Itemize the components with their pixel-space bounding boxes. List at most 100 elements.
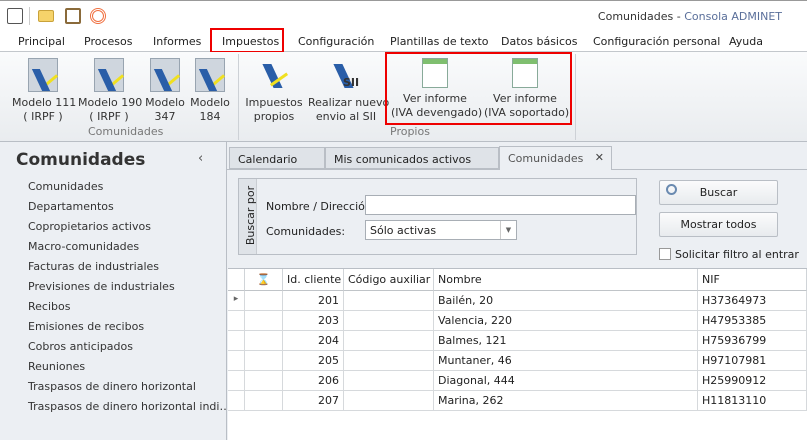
label: Impuestos xyxy=(245,96,303,109)
collapse-icon[interactable]: ‹ xyxy=(198,151,203,166)
tab-comunidades[interactable]: Comunidades ✕ xyxy=(499,146,612,170)
menu-configuracion-personal[interactable]: Configuración personal xyxy=(593,35,720,48)
tab-calendario[interactable]: Calendario xyxy=(229,147,325,169)
window-title: Comunidades - Consola ADMINET xyxy=(597,10,782,23)
table-row[interactable]: 205 Muntaner, 46 H97107981 xyxy=(228,351,807,371)
tab-label: Mis comunicados activos xyxy=(334,153,472,166)
caption-text: Buscar por xyxy=(244,185,258,246)
row-indicator xyxy=(228,331,245,351)
codigo-cell xyxy=(344,331,434,351)
sidebar-item[interactable]: Traspasos de dinero horizontal indi… xyxy=(28,400,230,413)
nif-cell: H75936799 xyxy=(698,331,807,351)
codigo-cell xyxy=(344,291,434,311)
tab-label: Comunidades xyxy=(508,152,584,165)
group-label-comunidades: Comunidades xyxy=(88,125,164,138)
status-cell xyxy=(245,331,283,351)
row-indicator xyxy=(228,311,245,331)
sidebar-title: Comunidades xyxy=(16,150,146,170)
table-row[interactable]: 204 Balmes, 121 H75936799 xyxy=(228,331,807,351)
menu-configuracion[interactable]: Configuración xyxy=(298,35,374,48)
group-label-propios: Propios xyxy=(390,125,430,138)
id-cliente-cell: 205 xyxy=(283,351,344,371)
aeat-document-icon xyxy=(150,58,180,92)
sidebar: Comunidades ‹ Comunidades Departamentos Co… xyxy=(0,142,230,440)
label: 347 xyxy=(154,110,176,123)
search-group: Buscar por Nombre / Dirección: Comunidad… xyxy=(238,178,637,255)
close-icon[interactable]: ✕ xyxy=(595,151,604,164)
menu-plantillas[interactable]: Plantillas de texto xyxy=(390,35,489,48)
impuestos-propios-button[interactable]: Impuestos propios xyxy=(244,56,304,124)
nif-cell: H97107981 xyxy=(698,351,807,371)
nif-cell: H11813110 xyxy=(698,391,807,411)
sidebar-item[interactable]: Facturas de industriales xyxy=(28,260,159,273)
aeat-logo-icon xyxy=(259,58,289,92)
sidebar-item[interactable]: Recibos xyxy=(28,300,70,313)
status-cell xyxy=(245,391,283,411)
sidebar-item[interactable]: Departamentos xyxy=(28,200,114,213)
sidebar-item[interactable]: Cobros anticipados xyxy=(28,340,133,353)
sidebar-item[interactable]: Reuniones xyxy=(28,360,85,373)
menu-principal[interactable]: Principal xyxy=(18,35,65,48)
data-grid: ⌛ Id. cliente Código auxiliar Nombre NIF… xyxy=(228,268,807,440)
label: ( IRPF ) xyxy=(23,110,63,123)
broadcast-icon[interactable] xyxy=(90,8,106,24)
label: Realizar nuevo xyxy=(308,96,390,109)
menu-informes[interactable]: Informes xyxy=(153,35,201,48)
column-nif[interactable]: NIF xyxy=(698,269,807,291)
label: Modelo xyxy=(145,96,185,109)
menu-bar: Principal Procesos Informes Configuració… xyxy=(0,30,807,52)
comunidades-label: Comunidades: xyxy=(266,225,346,238)
mostrar-todos-button[interactable]: Mostrar todos xyxy=(659,212,778,237)
nombre-label: Nombre / Dirección: xyxy=(266,200,376,213)
row-indicator: ▸ xyxy=(228,291,245,311)
clipboard-icon[interactable] xyxy=(65,8,81,24)
status-cell xyxy=(245,351,283,371)
sidebar-item[interactable]: Traspasos de dinero horizontal xyxy=(28,380,196,393)
id-cliente-cell: 204 xyxy=(283,331,344,351)
modelo-111-button[interactable]: Modelo 111( IRPF ) xyxy=(12,56,76,124)
sidebar-item[interactable]: Copropietarios activos xyxy=(28,220,151,233)
modelo-190-button[interactable]: Modelo 190( IRPF ) xyxy=(78,56,142,124)
menu-impuestos[interactable]: Impuestos xyxy=(210,28,284,53)
search-icon xyxy=(666,184,677,195)
comunidades-select[interactable]: Sólo activas ▼ xyxy=(365,220,517,240)
table-row[interactable]: ▸ 201 Bailén, 20 H37364973 xyxy=(228,291,807,311)
sidebar-item[interactable]: Previsiones de industriales xyxy=(28,280,175,293)
label: 184 xyxy=(199,110,221,123)
modelo-184-button[interactable]: Modelo 184 xyxy=(190,56,230,124)
nombre-direccion-input[interactable] xyxy=(365,195,636,215)
status-cell xyxy=(245,311,283,331)
row-indicator xyxy=(228,371,245,391)
buscar-button[interactable]: Buscar xyxy=(659,180,778,205)
modelo-347-button[interactable]: Modelo 347 xyxy=(145,56,185,124)
column-nombre[interactable]: Nombre xyxy=(434,269,698,291)
id-cliente-cell: 203 xyxy=(283,311,344,331)
column-id-cliente[interactable]: Id. cliente xyxy=(283,269,344,291)
table-row[interactable]: 207 Marina, 262 H11813110 xyxy=(228,391,807,411)
nombre-cell: Valencia, 220 xyxy=(434,311,698,331)
table-row[interactable]: 206 Diagonal, 444 H25990912 xyxy=(228,371,807,391)
hourglass-icon[interactable]: ⌛ xyxy=(245,269,283,291)
mail-icon[interactable] xyxy=(38,10,54,22)
column-codigo-auxiliar[interactable]: Código auxiliar xyxy=(344,269,434,291)
aeat-document-icon xyxy=(94,58,124,92)
tab-mis-comunicados[interactable]: Mis comunicados activos xyxy=(325,147,499,169)
menu-procesos[interactable]: Procesos xyxy=(84,35,132,48)
divider xyxy=(29,7,30,25)
sidebar-item[interactable]: Comunidades xyxy=(28,180,103,193)
menu-ayuda[interactable]: Ayuda xyxy=(729,35,763,48)
menu-datos-basicos[interactable]: Datos básicos xyxy=(501,35,578,48)
button-label: Buscar xyxy=(699,186,738,199)
solicitar-filtro-checkbox[interactable] xyxy=(659,248,671,260)
sidebar-item[interactable]: Macro-comunidades xyxy=(28,240,139,253)
label: propios xyxy=(253,110,295,123)
table-row[interactable]: 203 Valencia, 220 H47953385 xyxy=(228,311,807,331)
home-icon[interactable] xyxy=(7,8,23,24)
nombre-cell: Marina, 262 xyxy=(434,391,698,411)
sidebar-item[interactable]: Emisiones de recibos xyxy=(28,320,144,333)
nif-cell: H25990912 xyxy=(698,371,807,391)
title-bar: Comunidades - Consola ADMINET xyxy=(0,0,807,30)
chevron-down-icon[interactable]: ▼ xyxy=(500,221,516,239)
envio-sii-button[interactable]: SII Realizar nuevo envio al SII xyxy=(308,56,390,124)
nombre-cell: Balmes, 121 xyxy=(434,331,698,351)
